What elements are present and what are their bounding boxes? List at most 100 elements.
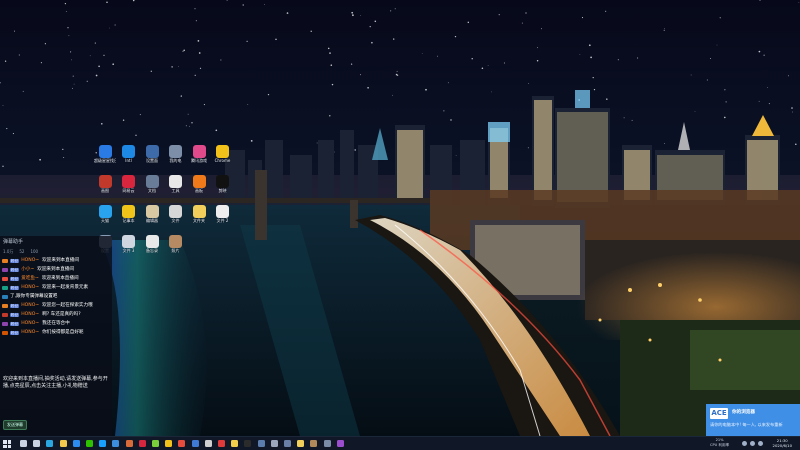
notepad-icon [122,205,135,218]
obs-icon[interactable] [204,440,212,447]
star [605,10,607,12]
star [135,134,137,136]
star [725,101,727,103]
monitor-icon[interactable] [284,440,291,447]
chat-message: 了,跟你专属弹幕设置吧 [2,294,110,300]
desktop-icon[interactable]: 工具 [165,175,187,193]
browser-icon [98,145,112,158]
desktop-icon[interactable]: 记事本 [118,205,140,223]
desktop-icon[interactable]: 剪映 [212,175,234,193]
chat-username[interactable]: HONO~ [21,330,39,336]
palette-icon [192,175,206,188]
desktop-icon[interactable]: 文件夹 [188,205,210,223]
chat-username[interactable]: HONO~ [21,285,39,291]
star [723,116,726,119]
clock[interactable]: 21:30 2020/6/10 [773,438,792,448]
desktop-icon[interactable]: 编辑器 [141,205,163,223]
volume-icon[interactable] [750,441,755,446]
games-icon[interactable] [152,440,159,447]
cpu-usage-widget[interactable]: 21% CPU 利用率 [710,438,729,447]
red-app-icon[interactable] [218,440,225,447]
desktop-icon[interactable]: Chrome [212,145,234,163]
star [187,113,189,115]
star [203,104,205,106]
desktop-icon[interactable]: 超级星星找日游 [94,145,116,163]
qq-icon[interactable] [99,440,107,447]
chrome-icon[interactable] [165,440,173,447]
chat-username[interactable]: 爱吃鱼~ [21,276,39,282]
star [606,98,608,100]
photo-app-icon[interactable] [310,440,318,447]
desktop-icon[interactable]: 文件 2 [212,205,234,223]
desktop-icon-label: 天猫 [101,218,109,223]
desktop-icon[interactable]: 文件 3 [118,235,140,253]
edge-icon[interactable] [46,440,54,447]
desktop-icon[interactable]: 画板 [188,175,210,193]
docs-icon[interactable] [191,440,199,447]
desktop-icon[interactable]: 腾讯游戏 [188,145,210,163]
search-icon[interactable] [20,440,27,447]
star [367,86,369,89]
chat-badge: 粉丝 [10,331,20,335]
desktop-icon[interactable]: 备忘录 [141,235,163,253]
star [390,10,392,12]
steam-icon[interactable] [257,440,265,447]
desktop-icon[interactable]: 文件 [165,205,187,223]
folder-icon[interactable] [297,440,305,447]
chat-text: 欢迎来一起发背景元素 [42,285,89,290]
desktop-icon-label: 记事本 [122,218,135,223]
star [421,53,423,54]
start-button[interactable] [3,440,11,448]
desktop-icon-label: 画图 [101,188,109,193]
star [112,63,115,66]
camera-icon[interactable] [323,440,331,447]
desktop-icon[interactable]: 我的电 [165,145,187,163]
star [329,52,331,54]
star [286,12,289,14]
chat-username[interactable]: HONO~ [21,321,39,327]
network-icon[interactable] [742,441,747,446]
fan-medal-icon [2,268,8,272]
chat-username[interactable]: 小小~ [21,267,34,273]
star [275,38,277,41]
star [2,165,4,167]
desktop-icon[interactable]: 画图 [94,175,116,193]
star [536,59,539,62]
desktop-icon[interactable]: 网易云 [118,175,140,193]
chat-username[interactable]: HONO~ [21,258,39,264]
store-icon[interactable] [72,440,80,447]
input-method-icon[interactable] [758,441,763,446]
desktop-icon[interactable]: 设置面 [141,145,163,163]
mail-icon[interactable] [112,440,120,447]
star [792,111,793,113]
photos-icon[interactable] [125,440,133,447]
memo-icon [145,235,159,248]
settings-icon[interactable] [270,440,278,447]
toast-app-logo: ACE [710,408,728,419]
notification-toast[interactable]: ACE 你的浏览器 请你的电脑本中! 每一人, 以来发布重新 [706,404,800,436]
star [396,74,399,76]
notes-icon[interactable] [231,440,239,447]
netease-music-icon[interactable] [138,440,146,447]
star [180,95,182,97]
star [327,47,330,50]
chat-header: 弹幕助手 [3,239,24,245]
star [246,40,248,42]
task-view-icon[interactable] [33,440,41,447]
wechat-icon[interactable] [86,440,93,447]
chat-username[interactable]: HONO~ [21,303,39,309]
send-danmaku-button[interactable]: 发送弹幕 [3,420,27,430]
star [114,24,116,26]
desktop-icon[interactable]: 照片 [165,235,187,253]
terminal-icon[interactable] [244,440,252,447]
video-icon[interactable] [178,440,186,447]
desktop-icon[interactable]: 文档 [141,175,163,193]
desktop-icon[interactable]: Intl [118,145,140,163]
desktop-icon-label: 文件夹 [193,218,205,223]
chat-username[interactable]: HONO~ [21,312,39,318]
purple-app-icon[interactable] [336,440,344,447]
chat-message-list: 粉丝 HONO~ 欢迎来到本直播间 粉丝 小小~ 欢迎来到本直播间 粉丝 爱吃鱼~ 欢迎来到本直… [0,256,112,341]
file-explorer-icon[interactable] [59,440,67,447]
star [425,88,427,91]
desktop-icon[interactable]: 天猫 [94,205,116,223]
